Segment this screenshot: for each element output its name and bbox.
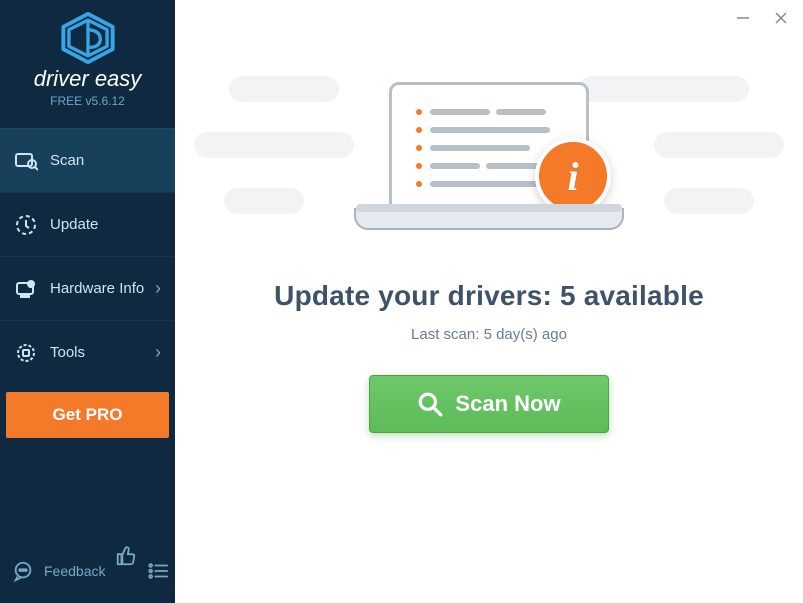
sidebar-item-label: Update (50, 216, 161, 233)
brand-name: driver easy (34, 66, 142, 92)
feedback-label[interactable]: Feedback (44, 563, 105, 579)
info-badge-icon: i (535, 138, 611, 214)
headline-text: Update your drivers: 5 available (274, 280, 704, 312)
logo-area: driver easy FREE v5.6.12 (0, 0, 175, 128)
sidebar-item-label: Hardware Info (50, 280, 155, 297)
sidebar: driver easy FREE v5.6.12 Scan Update i H… (0, 0, 175, 603)
get-pro-button[interactable]: Get PRO (6, 392, 169, 438)
sidebar-item-scan[interactable]: Scan (0, 128, 175, 192)
sidebar-item-label: Scan (50, 152, 161, 169)
sidebar-nav: Scan Update i Hardware Info › Tools › (0, 128, 175, 384)
search-icon (417, 391, 443, 417)
brand-version: FREE v5.6.12 (50, 94, 125, 108)
laptop-illustration: i (354, 82, 624, 262)
chevron-right-icon: › (155, 278, 161, 299)
chevron-right-icon: › (155, 342, 161, 363)
feedback-icon[interactable] (12, 560, 34, 582)
sidebar-item-tools[interactable]: Tools › (0, 320, 175, 384)
main-content: i Update your drivers: 5 available Last … (175, 0, 803, 603)
app-logo-icon (60, 12, 116, 64)
update-icon (14, 213, 38, 237)
thumbs-up-icon[interactable] (115, 545, 137, 567)
sidebar-item-update[interactable]: Update (0, 192, 175, 256)
sidebar-item-label: Tools (50, 344, 155, 361)
last-scan-text: Last scan: 5 day(s) ago (411, 326, 567, 343)
sidebar-bottom: Feedback (0, 539, 175, 603)
sidebar-item-hardware-info[interactable]: i Hardware Info › (0, 256, 175, 320)
list-icon[interactable] (147, 560, 169, 582)
scan-now-button[interactable]: Scan Now (369, 375, 609, 433)
scan-icon (14, 149, 38, 173)
hardware-info-icon: i (14, 277, 38, 301)
scan-now-label: Scan Now (455, 391, 560, 417)
tools-icon (14, 341, 38, 365)
